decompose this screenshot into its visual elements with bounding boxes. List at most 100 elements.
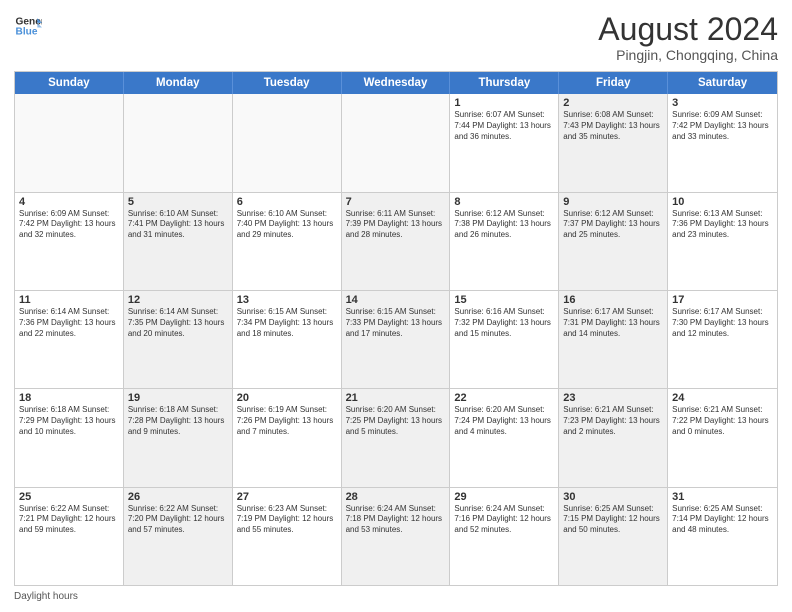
day-info: Sunrise: 6:22 AM Sunset: 7:21 PM Dayligh… bbox=[19, 504, 119, 536]
day-info: Sunrise: 6:12 AM Sunset: 7:37 PM Dayligh… bbox=[563, 209, 663, 241]
calendar-day-10: 10Sunrise: 6:13 AM Sunset: 7:36 PM Dayli… bbox=[668, 193, 777, 290]
calendar-day-21: 21Sunrise: 6:20 AM Sunset: 7:25 PM Dayli… bbox=[342, 389, 451, 486]
day-info: Sunrise: 6:14 AM Sunset: 7:36 PM Dayligh… bbox=[19, 307, 119, 339]
empty-cell bbox=[233, 94, 342, 191]
title-area: August 2024 Pingjin, Chongqing, China bbox=[598, 12, 778, 63]
calendar-day-13: 13Sunrise: 6:15 AM Sunset: 7:34 PM Dayli… bbox=[233, 291, 342, 388]
day-number: 11 bbox=[19, 294, 119, 306]
day-info: Sunrise: 6:12 AM Sunset: 7:38 PM Dayligh… bbox=[454, 209, 554, 241]
calendar-day-19: 19Sunrise: 6:18 AM Sunset: 7:28 PM Dayli… bbox=[124, 389, 233, 486]
day-number: 24 bbox=[672, 392, 773, 404]
calendar-day-15: 15Sunrise: 6:16 AM Sunset: 7:32 PM Dayli… bbox=[450, 291, 559, 388]
day-number: 16 bbox=[563, 294, 663, 306]
day-info: Sunrise: 6:11 AM Sunset: 7:39 PM Dayligh… bbox=[346, 209, 446, 241]
day-header-saturday: Saturday bbox=[668, 72, 777, 94]
calendar-day-11: 11Sunrise: 6:14 AM Sunset: 7:36 PM Dayli… bbox=[15, 291, 124, 388]
calendar-day-31: 31Sunrise: 6:25 AM Sunset: 7:14 PM Dayli… bbox=[668, 488, 777, 585]
day-info: Sunrise: 6:21 AM Sunset: 7:23 PM Dayligh… bbox=[563, 405, 663, 437]
calendar-week-3: 11Sunrise: 6:14 AM Sunset: 7:36 PM Dayli… bbox=[15, 291, 777, 389]
calendar-day-1: 1Sunrise: 6:07 AM Sunset: 7:44 PM Daylig… bbox=[450, 94, 559, 191]
day-number: 10 bbox=[672, 196, 773, 208]
day-number: 14 bbox=[346, 294, 446, 306]
day-number: 4 bbox=[19, 196, 119, 208]
day-header-thursday: Thursday bbox=[450, 72, 559, 94]
day-info: Sunrise: 6:21 AM Sunset: 7:22 PM Dayligh… bbox=[672, 405, 773, 437]
day-number: 28 bbox=[346, 491, 446, 503]
day-info: Sunrise: 6:24 AM Sunset: 7:16 PM Dayligh… bbox=[454, 504, 554, 536]
calendar-week-2: 4Sunrise: 6:09 AM Sunset: 7:42 PM Daylig… bbox=[15, 193, 777, 291]
day-number: 19 bbox=[128, 392, 228, 404]
day-info: Sunrise: 6:23 AM Sunset: 7:19 PM Dayligh… bbox=[237, 504, 337, 536]
svg-text:Blue: Blue bbox=[16, 27, 38, 38]
calendar-week-4: 18Sunrise: 6:18 AM Sunset: 7:29 PM Dayli… bbox=[15, 389, 777, 487]
day-info: Sunrise: 6:07 AM Sunset: 7:44 PM Dayligh… bbox=[454, 110, 554, 142]
day-number: 26 bbox=[128, 491, 228, 503]
day-number: 5 bbox=[128, 196, 228, 208]
calendar-day-20: 20Sunrise: 6:19 AM Sunset: 7:26 PM Dayli… bbox=[233, 389, 342, 486]
day-header-sunday: Sunday bbox=[15, 72, 124, 94]
day-number: 21 bbox=[346, 392, 446, 404]
calendar-day-8: 8Sunrise: 6:12 AM Sunset: 7:38 PM Daylig… bbox=[450, 193, 559, 290]
day-info: Sunrise: 6:09 AM Sunset: 7:42 PM Dayligh… bbox=[19, 209, 119, 241]
calendar-day-2: 2Sunrise: 6:08 AM Sunset: 7:43 PM Daylig… bbox=[559, 94, 668, 191]
daylight-hours-label: Daylight hours bbox=[14, 591, 78, 602]
day-info: Sunrise: 6:10 AM Sunset: 7:40 PM Dayligh… bbox=[237, 209, 337, 241]
day-info: Sunrise: 6:13 AM Sunset: 7:36 PM Dayligh… bbox=[672, 209, 773, 241]
day-number: 1 bbox=[454, 97, 554, 109]
logo-icon: General Blue bbox=[14, 12, 42, 40]
logo: General Blue bbox=[14, 12, 42, 40]
calendar-day-16: 16Sunrise: 6:17 AM Sunset: 7:31 PM Dayli… bbox=[559, 291, 668, 388]
calendar-day-4: 4Sunrise: 6:09 AM Sunset: 7:42 PM Daylig… bbox=[15, 193, 124, 290]
day-number: 27 bbox=[237, 491, 337, 503]
day-number: 30 bbox=[563, 491, 663, 503]
day-info: Sunrise: 6:25 AM Sunset: 7:14 PM Dayligh… bbox=[672, 504, 773, 536]
day-number: 31 bbox=[672, 491, 773, 503]
calendar-day-17: 17Sunrise: 6:17 AM Sunset: 7:30 PM Dayli… bbox=[668, 291, 777, 388]
day-info: Sunrise: 6:18 AM Sunset: 7:29 PM Dayligh… bbox=[19, 405, 119, 437]
calendar-day-23: 23Sunrise: 6:21 AM Sunset: 7:23 PM Dayli… bbox=[559, 389, 668, 486]
calendar-day-22: 22Sunrise: 6:20 AM Sunset: 7:24 PM Dayli… bbox=[450, 389, 559, 486]
day-info: Sunrise: 6:17 AM Sunset: 7:31 PM Dayligh… bbox=[563, 307, 663, 339]
calendar-week-5: 25Sunrise: 6:22 AM Sunset: 7:21 PM Dayli… bbox=[15, 488, 777, 585]
calendar-day-26: 26Sunrise: 6:22 AM Sunset: 7:20 PM Dayli… bbox=[124, 488, 233, 585]
day-info: Sunrise: 6:19 AM Sunset: 7:26 PM Dayligh… bbox=[237, 405, 337, 437]
calendar-day-12: 12Sunrise: 6:14 AM Sunset: 7:35 PM Dayli… bbox=[124, 291, 233, 388]
calendar-day-18: 18Sunrise: 6:18 AM Sunset: 7:29 PM Dayli… bbox=[15, 389, 124, 486]
calendar-day-27: 27Sunrise: 6:23 AM Sunset: 7:19 PM Dayli… bbox=[233, 488, 342, 585]
day-header-tuesday: Tuesday bbox=[233, 72, 342, 94]
header: General Blue August 2024 Pingjin, Chongq… bbox=[14, 12, 778, 63]
day-number: 2 bbox=[563, 97, 663, 109]
day-info: Sunrise: 6:20 AM Sunset: 7:24 PM Dayligh… bbox=[454, 405, 554, 437]
main-title: August 2024 bbox=[598, 12, 778, 47]
calendar-week-1: 1Sunrise: 6:07 AM Sunset: 7:44 PM Daylig… bbox=[15, 94, 777, 192]
calendar-day-3: 3Sunrise: 6:09 AM Sunset: 7:42 PM Daylig… bbox=[668, 94, 777, 191]
page: General Blue August 2024 Pingjin, Chongq… bbox=[0, 0, 792, 612]
calendar-day-28: 28Sunrise: 6:24 AM Sunset: 7:18 PM Dayli… bbox=[342, 488, 451, 585]
day-number: 12 bbox=[128, 294, 228, 306]
day-info: Sunrise: 6:22 AM Sunset: 7:20 PM Dayligh… bbox=[128, 504, 228, 536]
day-info: Sunrise: 6:08 AM Sunset: 7:43 PM Dayligh… bbox=[563, 110, 663, 142]
day-header-wednesday: Wednesday bbox=[342, 72, 451, 94]
day-info: Sunrise: 6:24 AM Sunset: 7:18 PM Dayligh… bbox=[346, 504, 446, 536]
empty-cell bbox=[124, 94, 233, 191]
calendar-day-25: 25Sunrise: 6:22 AM Sunset: 7:21 PM Dayli… bbox=[15, 488, 124, 585]
day-header-monday: Monday bbox=[124, 72, 233, 94]
day-number: 3 bbox=[672, 97, 773, 109]
day-number: 6 bbox=[237, 196, 337, 208]
calendar-day-7: 7Sunrise: 6:11 AM Sunset: 7:39 PM Daylig… bbox=[342, 193, 451, 290]
day-info: Sunrise: 6:15 AM Sunset: 7:34 PM Dayligh… bbox=[237, 307, 337, 339]
calendar-body: 1Sunrise: 6:07 AM Sunset: 7:44 PM Daylig… bbox=[15, 94, 777, 585]
day-number: 23 bbox=[563, 392, 663, 404]
calendar-day-6: 6Sunrise: 6:10 AM Sunset: 7:40 PM Daylig… bbox=[233, 193, 342, 290]
day-info: Sunrise: 6:16 AM Sunset: 7:32 PM Dayligh… bbox=[454, 307, 554, 339]
calendar-day-5: 5Sunrise: 6:10 AM Sunset: 7:41 PM Daylig… bbox=[124, 193, 233, 290]
calendar-header: SundayMondayTuesdayWednesdayThursdayFrid… bbox=[15, 72, 777, 94]
calendar-day-14: 14Sunrise: 6:15 AM Sunset: 7:33 PM Dayli… bbox=[342, 291, 451, 388]
empty-cell bbox=[342, 94, 451, 191]
footer: Daylight hours bbox=[14, 591, 778, 602]
calendar-day-24: 24Sunrise: 6:21 AM Sunset: 7:22 PM Dayli… bbox=[668, 389, 777, 486]
calendar-day-9: 9Sunrise: 6:12 AM Sunset: 7:37 PM Daylig… bbox=[559, 193, 668, 290]
subtitle: Pingjin, Chongqing, China bbox=[598, 47, 778, 63]
day-info: Sunrise: 6:20 AM Sunset: 7:25 PM Dayligh… bbox=[346, 405, 446, 437]
day-info: Sunrise: 6:14 AM Sunset: 7:35 PM Dayligh… bbox=[128, 307, 228, 339]
